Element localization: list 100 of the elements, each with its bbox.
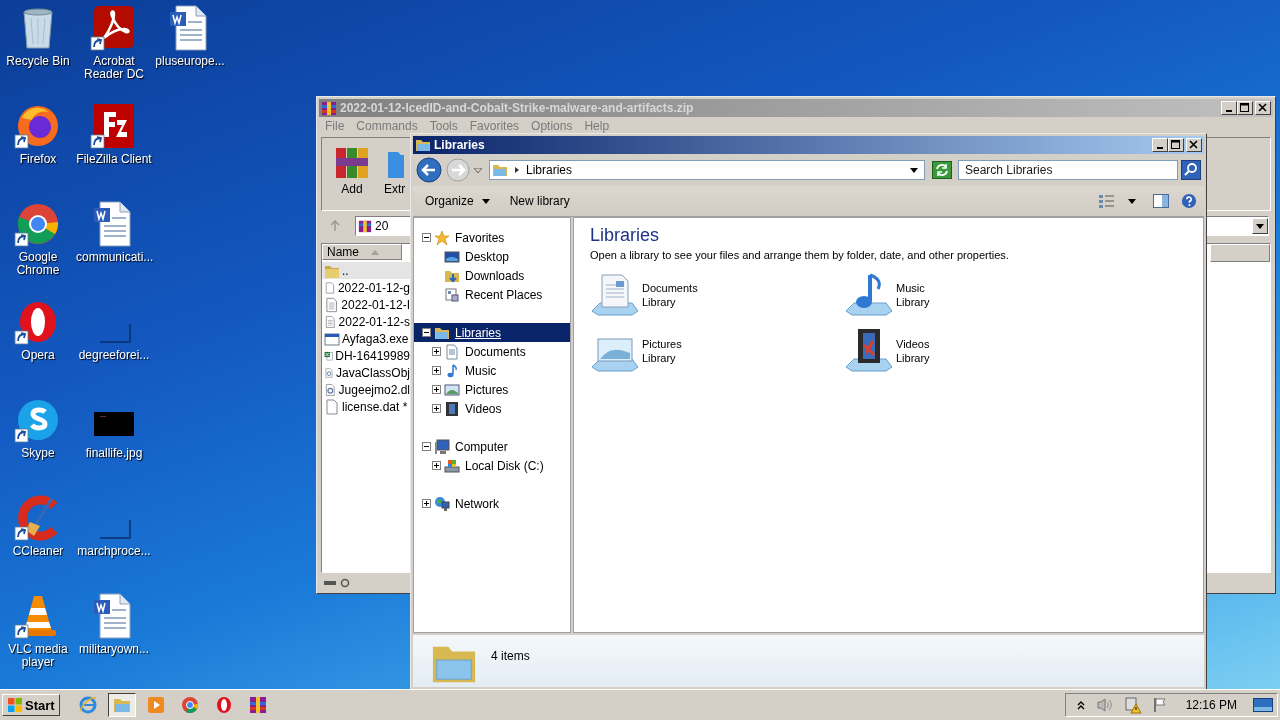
collapse-toggle[interactable] xyxy=(422,328,431,337)
maximize-icon xyxy=(1240,103,1250,113)
back-button[interactable] xyxy=(416,157,442,183)
expand-toggle[interactable] xyxy=(432,404,441,413)
tree-item[interactable]: Libraries xyxy=(414,323,570,342)
close-icon xyxy=(1189,140,1199,150)
close-button[interactable] xyxy=(1186,138,1202,152)
tree-item[interactable]: Network xyxy=(414,494,570,513)
library-type: Library xyxy=(642,351,677,365)
archive-icon xyxy=(358,219,372,233)
column-header[interactable]: Name xyxy=(322,244,402,260)
tree-item[interactable]: Local Disk (C:) xyxy=(414,456,570,475)
chevron-up-icon[interactable] xyxy=(1075,700,1086,710)
desktop-icon-label: pluseurope... xyxy=(155,55,225,68)
window-title: Libraries xyxy=(434,138,485,152)
search-field[interactable]: Search Libraries xyxy=(958,160,1178,180)
browser-icon xyxy=(77,695,98,715)
tree-item[interactable]: Desktop xyxy=(414,247,570,266)
desktop-icon-label: Opera xyxy=(21,349,55,362)
collapse-toggle[interactable] xyxy=(422,233,431,242)
minimize-button[interactable] xyxy=(1221,101,1237,115)
desktop-icon-label: Acrobat Reader DC xyxy=(83,55,145,81)
taskbar-button[interactable] xyxy=(107,693,136,717)
maximize-button[interactable] xyxy=(1168,138,1184,152)
expand-toggle[interactable] xyxy=(432,366,441,375)
tree-item[interactable]: Recent Places xyxy=(414,285,570,304)
media-player-icon xyxy=(145,695,166,715)
expand-toggle[interactable] xyxy=(422,499,431,508)
start-button[interactable]: Start xyxy=(2,694,60,716)
toolbar-button[interactable]: Add xyxy=(332,144,372,204)
tree-item[interactable]: Videos xyxy=(414,399,570,418)
page-description: Open a library to see your files and arrange them by folder, date, and other properties. xyxy=(590,249,1009,261)
library-name[interactable]: Videos xyxy=(896,337,930,351)
library-type: Library xyxy=(896,351,930,365)
desktop-icon-label: communicati... xyxy=(76,251,152,264)
dropdown-icon[interactable] xyxy=(1128,198,1136,204)
monitor-icon xyxy=(444,248,460,265)
program-icon xyxy=(324,330,340,347)
desktop-icon-label: VLC media player xyxy=(7,643,69,669)
tree-item[interactable]: Documents xyxy=(414,342,570,361)
toolbar-button[interactable]: Extr xyxy=(384,144,406,204)
library-type: Library xyxy=(642,295,677,309)
maximize-icon xyxy=(1171,140,1181,150)
library-name[interactable]: Pictures xyxy=(642,337,682,351)
help-icon[interactable] xyxy=(1180,193,1198,209)
expand-toggle[interactable] xyxy=(432,347,441,356)
column-header[interactable] xyxy=(1210,244,1270,262)
show-desktop-button[interactable] xyxy=(1253,697,1273,713)
desktop-icon-label: CCleaner xyxy=(12,545,64,558)
library-folder-icon xyxy=(415,137,431,153)
library-name[interactable]: Music xyxy=(896,281,930,295)
address-bar[interactable]: Libraries xyxy=(489,160,925,180)
dropdown-icon[interactable] xyxy=(910,167,918,173)
text-file-icon xyxy=(324,296,340,313)
minimize-button[interactable] xyxy=(1152,138,1168,152)
library-name[interactable]: Documents xyxy=(642,281,698,295)
file-row[interactable]: Ayfaga3.exe xyxy=(322,330,410,347)
close-icon xyxy=(1258,103,1268,113)
desktop-icon-label: finallife.jpg xyxy=(85,447,143,460)
tree-item[interactable]: Downloads xyxy=(414,266,570,285)
sort-ascending-icon xyxy=(371,249,379,255)
network-warning-icon[interactable] xyxy=(1123,696,1142,714)
file-row[interactable]: .. xyxy=(322,262,410,279)
file-row[interactable]: Jugeejmo2.dl xyxy=(322,381,410,398)
file-row[interactable]: 2022-01-12-I xyxy=(322,296,410,313)
desktop-icon-label: Firefox xyxy=(19,153,57,166)
maximize-button[interactable] xyxy=(1237,101,1253,115)
tree-item[interactable]: Computer xyxy=(414,437,570,456)
clock[interactable]: 12:16 PM xyxy=(1185,698,1237,712)
file-row[interactable]: JavaClassObj xyxy=(322,364,410,381)
document-icon xyxy=(444,343,460,360)
tree-item[interactable]: Music xyxy=(414,361,570,380)
archive-icon xyxy=(321,100,337,116)
toolbar-button[interactable]: Organize xyxy=(419,190,496,212)
file-row[interactable]: license.dat * xyxy=(322,398,410,415)
up-arrow-icon xyxy=(329,220,341,232)
desktop-icon-label: degreeforei... xyxy=(78,349,150,362)
desktop-icon-label: Skype xyxy=(21,447,55,460)
preview-pane-icon[interactable] xyxy=(1152,193,1170,209)
close-button[interactable] xyxy=(1255,101,1271,115)
toolbar-button[interactable]: New library xyxy=(503,190,576,212)
picture-icon xyxy=(444,381,460,398)
expand-toggle[interactable] xyxy=(432,461,441,470)
flag-icon[interactable] xyxy=(1151,697,1168,713)
file-row[interactable]: 2022-01-12-s xyxy=(322,313,410,330)
desktop-icon-label: Recycle Bin xyxy=(6,55,70,68)
refresh-button[interactable] xyxy=(932,161,952,179)
minimize-icon xyxy=(1157,147,1163,149)
star-icon xyxy=(434,229,450,246)
expand-toggle[interactable] xyxy=(432,385,441,394)
tree-item[interactable]: Pictures xyxy=(414,380,570,399)
tree-item[interactable]: Favorites xyxy=(414,228,570,247)
browser-icon xyxy=(179,695,200,715)
file-icon xyxy=(324,279,336,296)
film-icon xyxy=(444,400,460,417)
file-row[interactable]: DH-16419989 xyxy=(322,347,410,364)
search-icon[interactable] xyxy=(1181,160,1201,180)
collapse-toggle[interactable] xyxy=(422,442,431,451)
file-row[interactable]: 2022-01-12-g xyxy=(322,279,410,296)
library-type: Library xyxy=(896,295,930,309)
